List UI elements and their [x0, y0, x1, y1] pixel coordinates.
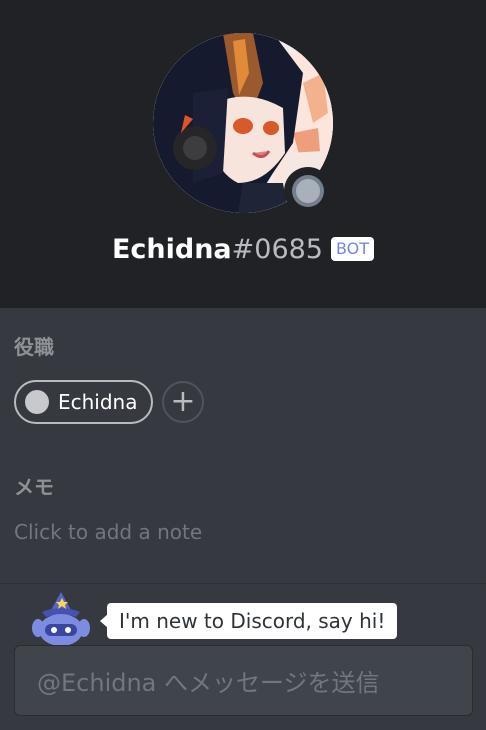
- discriminator: #0685: [231, 234, 323, 265]
- username[interactable]: Echidna: [112, 234, 232, 265]
- divider: [0, 583, 486, 584]
- message-input[interactable]: @Echidna へメッセージを送信: [14, 645, 473, 716]
- offline-status-icon: [292, 175, 324, 207]
- role-pill-echidna[interactable]: Echidna: [14, 380, 153, 424]
- roles-heading: 役職: [14, 335, 54, 359]
- user-tag: Echidna#0685 BOT: [0, 232, 486, 268]
- plus-icon: +: [170, 384, 196, 419]
- add-role-button[interactable]: +: [162, 381, 204, 423]
- note-heading: メモ: [14, 475, 54, 499]
- wumpus-wizard-icon: [28, 590, 94, 648]
- role-label: Echidna: [58, 390, 138, 414]
- bot-badge: BOT: [330, 237, 375, 261]
- role-color-dot: [25, 390, 49, 414]
- new-user-greeting-bubble[interactable]: I'm new to Discord, say hi!: [99, 603, 398, 639]
- note-field[interactable]: Click to add a note: [14, 520, 202, 544]
- profile-header: Echidna#0685 BOT: [0, 0, 486, 308]
